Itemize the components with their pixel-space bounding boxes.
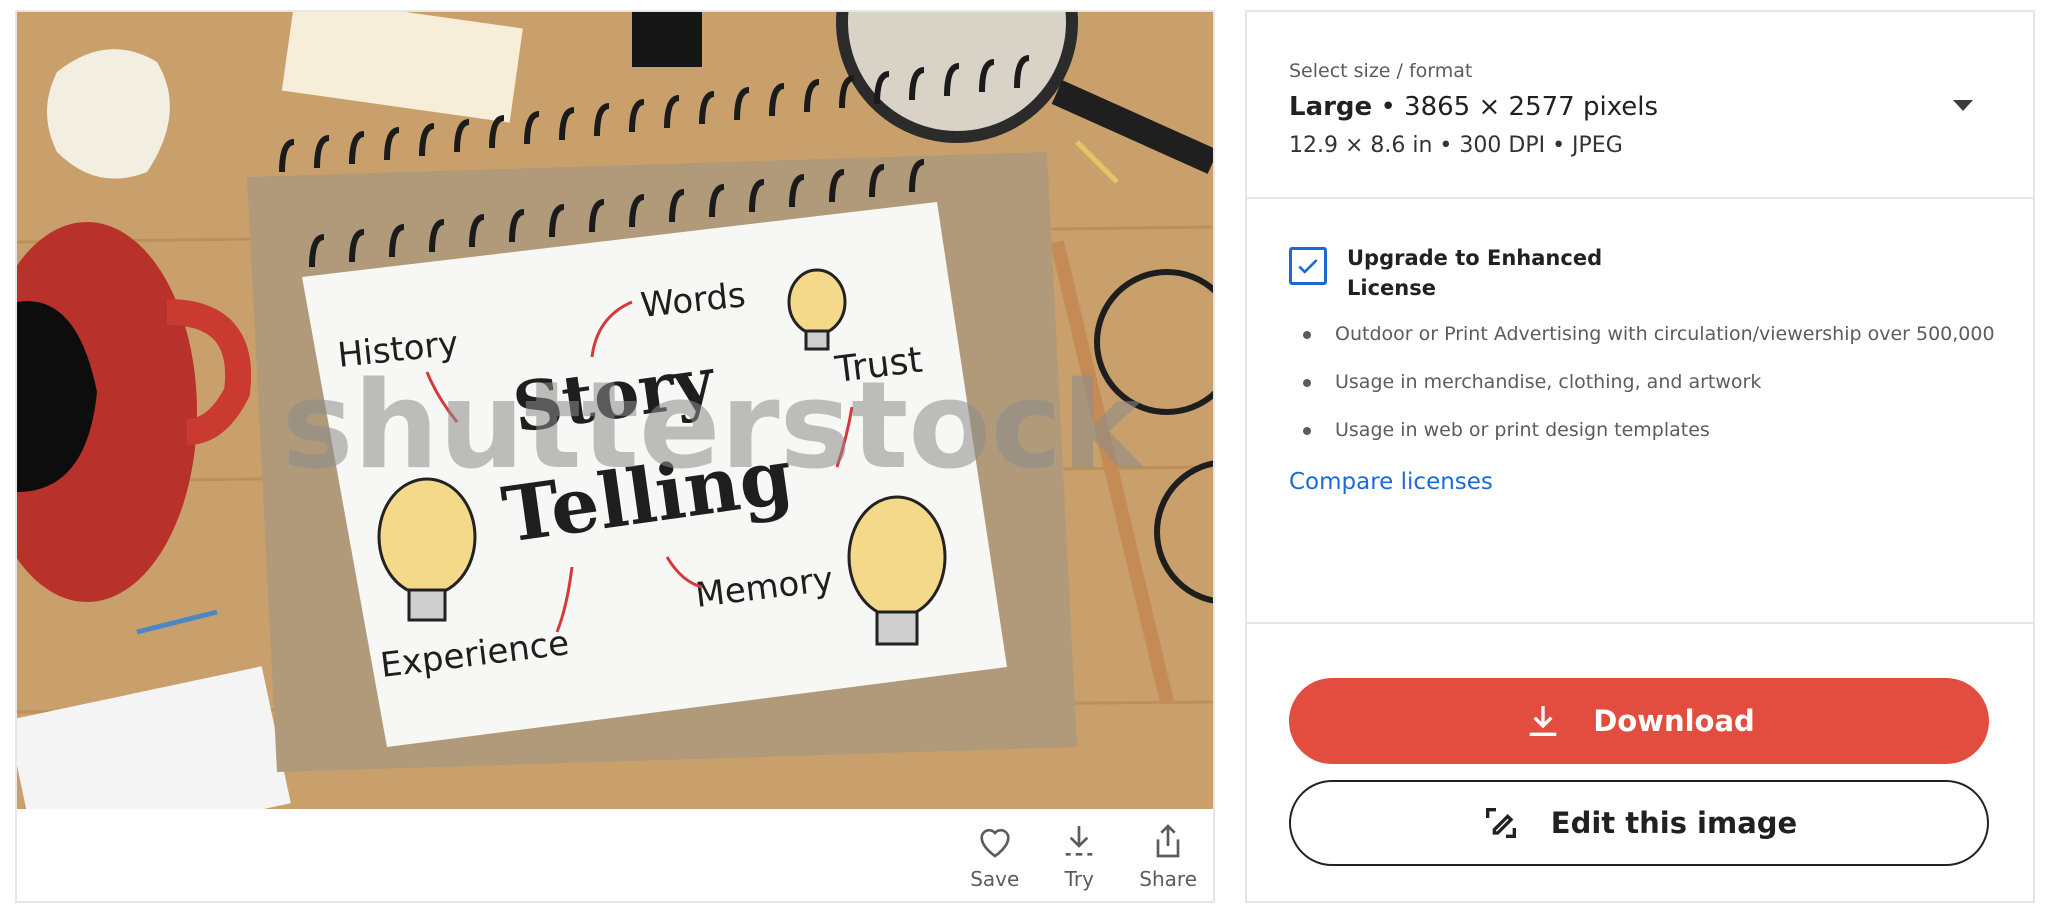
edit-label: Edit this image — [1550, 806, 1798, 840]
size-selector[interactable]: Select size / format Large • 3865 × 2577… — [1247, 12, 2033, 199]
save-button[interactable]: Save — [970, 821, 1019, 891]
heart-icon — [980, 828, 1010, 858]
save-label: Save — [970, 867, 1020, 891]
download-label: Download — [1593, 704, 1755, 738]
action-buttons: Download Edit this image — [1247, 624, 2033, 901]
enhanced-license-label[interactable]: Upgrade to Enhanced License — [1347, 243, 1667, 303]
try-button[interactable]: Try — [1059, 821, 1099, 891]
try-label: Try — [1064, 867, 1094, 891]
size-dimensions: • 3865 × 2577 pixels — [1372, 92, 1659, 122]
checkmark-icon — [1298, 259, 1318, 274]
list-item: Usage in merchandise, clothing, and artw… — [1289, 367, 1995, 415]
share-icon — [1156, 824, 1180, 858]
size-selection: Large • 3865 × 2577 pixels — [1289, 92, 1658, 122]
download-dashed-icon — [1065, 826, 1093, 856]
list-item: Usage in web or print design templates — [1289, 415, 1995, 463]
compare-licenses-link[interactable]: Compare licenses — [1289, 469, 1493, 495]
license-section: Upgrade to Enhanced License Outdoor or P… — [1247, 199, 2033, 624]
image-actions: Save Try Share — [970, 821, 1197, 891]
download-icon — [1529, 706, 1557, 736]
enhanced-license-checkbox[interactable] — [1289, 247, 1327, 285]
size-detail: 12.9 × 8.6 in • 300 DPI • JPEG — [1289, 133, 1623, 158]
download-button[interactable]: Download — [1289, 678, 1989, 764]
chevron-down-icon[interactable] — [1953, 100, 1973, 111]
share-label: Share — [1139, 867, 1197, 891]
watermark: shutterstock — [282, 357, 1145, 496]
size-name: Large — [1289, 92, 1373, 122]
stock-photo[interactable]: History Words Trust Story Telling Experi… — [17, 12, 1213, 809]
edit-icon — [1485, 808, 1516, 838]
list-item: Outdoor or Print Advertising with circul… — [1289, 319, 1995, 367]
license-benefits: Outdoor or Print Advertising with circul… — [1289, 319, 1995, 463]
purchase-panel: Select size / format Large • 3865 × 2577… — [1245, 10, 2035, 903]
photo-illustration: History Words Trust Story Telling Experi… — [17, 12, 1213, 809]
share-button[interactable]: Share — [1139, 821, 1197, 891]
image-preview-card: History Words Trust Story Telling Experi… — [15, 10, 1215, 903]
size-caption: Select size / format — [1289, 60, 1473, 82]
edit-image-button[interactable]: Edit this image — [1289, 780, 1989, 866]
